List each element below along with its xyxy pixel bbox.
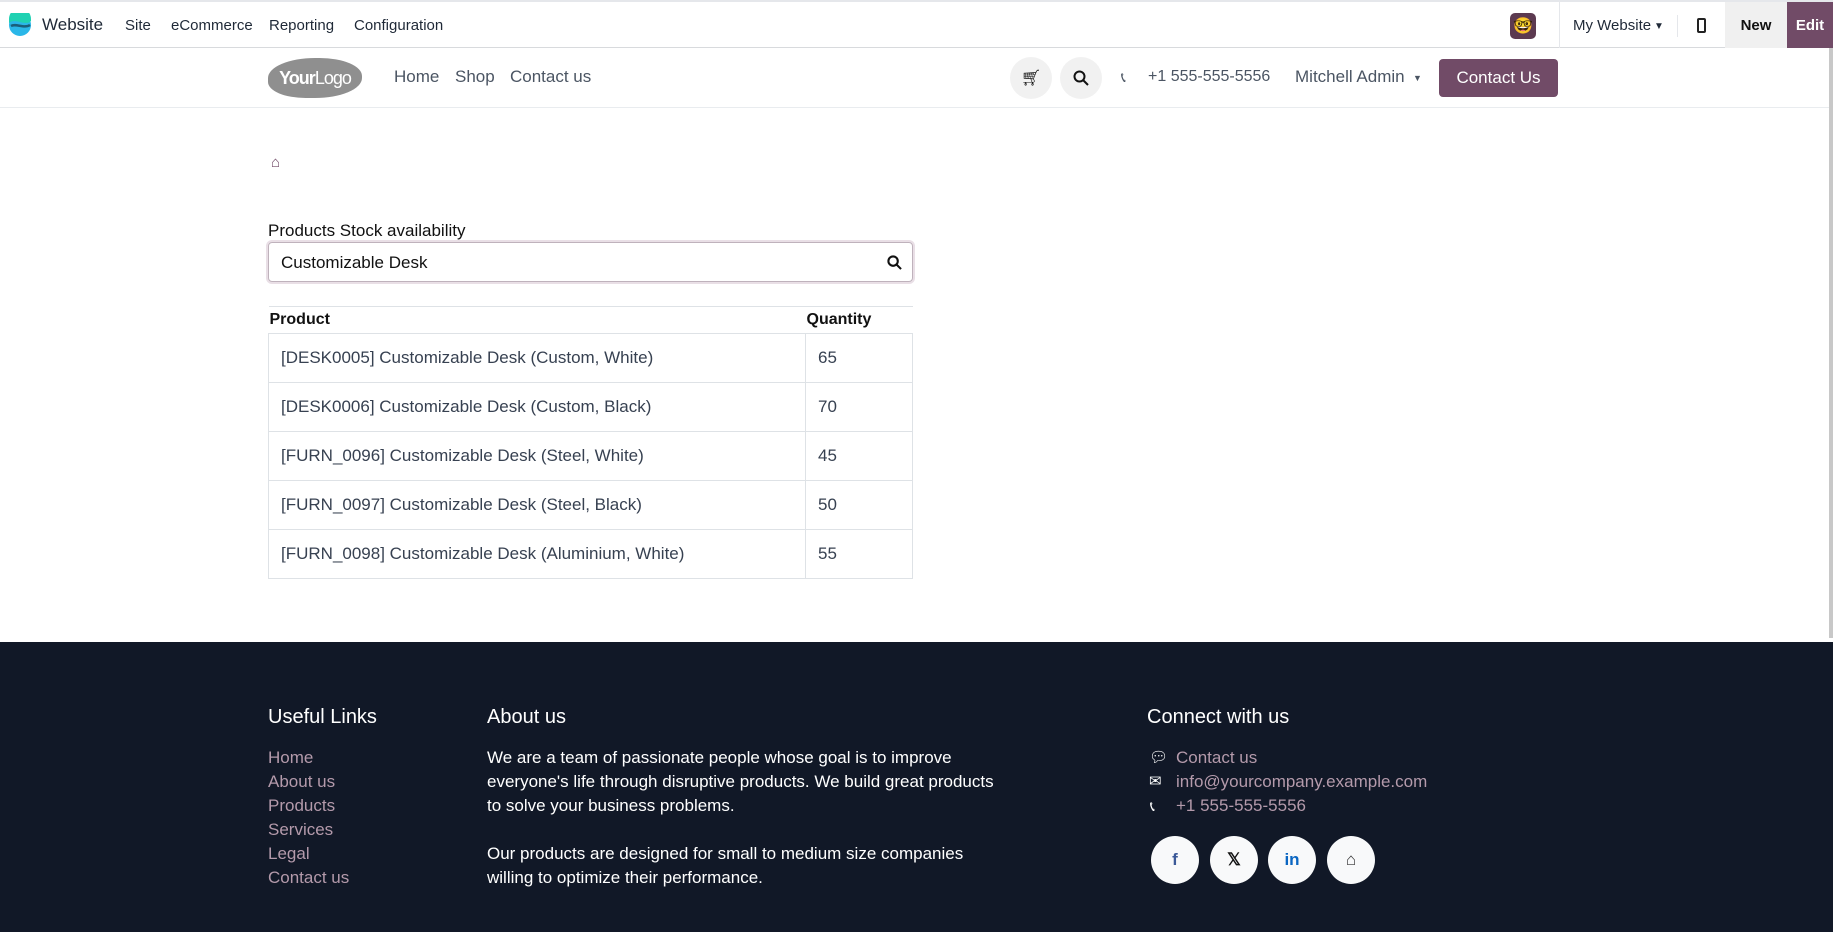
menu-reporting[interactable]: Reporting — [269, 17, 334, 34]
connect-title: Connect with us — [1147, 706, 1290, 728]
about-text: willing to optimize their performance. — [487, 868, 763, 887]
phone-icon: 📞︎ — [1150, 798, 1155, 814]
menu-site[interactable]: Site — [125, 17, 151, 34]
qty-cell: 50 — [805, 480, 913, 530]
table-row: [FURN_0098] Customizable Desk (Aluminium… — [268, 529, 913, 579]
about-text: We are a team of passionate people whose… — [487, 748, 952, 767]
breadcrumb-home-icon[interactable]: ⌂ — [271, 154, 280, 171]
linkedin-icon[interactable]: in — [1268, 836, 1316, 884]
divider — [1677, 15, 1678, 37]
about-text: to solve your business problems. — [487, 796, 735, 815]
stock-label: Products Stock availability — [268, 221, 466, 240]
menu-ecommerce[interactable]: eCommerce — [171, 17, 253, 34]
site-footer: Useful Links Home About us Products Serv… — [0, 642, 1833, 932]
useful-links-title: Useful Links — [268, 706, 377, 728]
about-text: Our products are designed for small to m… — [487, 844, 964, 863]
nav-contact[interactable]: Contact us — [510, 67, 591, 87]
scrollbar[interactable] — [1829, 48, 1833, 638]
product-cell: [FURN_0097] Customizable Desk (Steel, Bl… — [268, 480, 806, 530]
table-row: [FURN_0096] Customizable Desk (Steel, Wh… — [268, 431, 913, 481]
menu-configuration[interactable]: Configuration — [354, 17, 443, 34]
cart-icon[interactable]: 🛒︎ — [1010, 57, 1052, 99]
site-header: Your Logo Home Shop Contact us 🛒︎ 📞︎ +1 5… — [0, 48, 1833, 108]
qty-cell: 55 — [805, 529, 913, 579]
footer-link-home[interactable]: Home — [268, 746, 313, 770]
odoo-topbar: Website Site eCommerce Reporting Configu… — [0, 0, 1833, 48]
user-menu[interactable]: Mitchell Admin — [1295, 67, 1405, 87]
x-icon[interactable]: 𝕏 — [1210, 836, 1258, 884]
footer-phone-link[interactable]: +1 555-555-5556 — [1176, 794, 1306, 818]
edit-button[interactable]: Edit — [1787, 2, 1833, 48]
about-title: About us — [487, 706, 566, 728]
website-app-icon — [9, 13, 31, 36]
mobile-preview-icon[interactable] — [1697, 18, 1706, 33]
product-cell: [DESK0006] Customizable Desk (Custom, Bl… — [268, 382, 806, 432]
table-row: [DESK0006] Customizable Desk (Custom, Bl… — [268, 382, 913, 432]
qty-cell: 65 — [805, 333, 913, 383]
app-title[interactable]: Website — [42, 15, 103, 35]
website-selector[interactable]: My Website — [1573, 17, 1651, 34]
new-button[interactable]: New — [1725, 2, 1787, 48]
footer-link-about[interactable]: About us — [268, 770, 335, 794]
search-icon[interactable] — [1060, 57, 1102, 99]
facebook-icon[interactable]: f — [1151, 836, 1199, 884]
table-row: [FURN_0097] Customizable Desk (Steel, Bl… — [268, 480, 913, 530]
footer-link-products[interactable]: Products — [268, 794, 335, 818]
caret-down-icon: ▼ — [1413, 73, 1422, 83]
footer-link-legal[interactable]: Legal — [268, 842, 310, 866]
product-search-input[interactable]: Customizable Desk — [268, 242, 913, 282]
footer-email-link[interactable]: info@yourcompany.example.com — [1176, 770, 1427, 794]
site-logo[interactable]: Your Logo — [268, 58, 362, 98]
nav-home[interactable]: Home — [394, 67, 439, 87]
user-avatar[interactable]: 🤓 — [1510, 13, 1536, 39]
nav-shop[interactable]: Shop — [455, 67, 495, 87]
stock-table: Product Quantity [DESK0005] Customizable… — [268, 306, 913, 579]
search-icon[interactable] — [887, 255, 902, 270]
contact-us-button[interactable]: Contact Us — [1439, 59, 1558, 97]
col-quantity: Quantity — [806, 311, 872, 328]
header-phone[interactable]: +1 555-555-5556 — [1148, 68, 1270, 86]
footer-contact-link[interactable]: Contact us — [1176, 746, 1257, 770]
caret-down-icon: ▼ — [1654, 21, 1664, 32]
footer-link-contact[interactable]: Contact us — [268, 866, 349, 890]
phone-icon: 📞︎ — [1121, 69, 1126, 85]
home-icon[interactable]: ⌂ — [1327, 836, 1375, 884]
product-cell: [DESK0005] Customizable Desk (Custom, Wh… — [268, 333, 806, 383]
col-product: Product — [269, 311, 330, 328]
comment-icon: 💬︎ — [1149, 749, 1169, 766]
qty-cell: 70 — [805, 382, 913, 432]
table-row: [DESK0005] Customizable Desk (Custom, Wh… — [268, 333, 913, 383]
footer-link-services[interactable]: Services — [268, 818, 333, 842]
product-cell: [FURN_0096] Customizable Desk (Steel, Wh… — [268, 431, 806, 481]
qty-cell: 45 — [805, 431, 913, 481]
envelope-icon: ✉ — [1149, 773, 1162, 790]
product-cell: [FURN_0098] Customizable Desk (Aluminium… — [268, 529, 806, 579]
about-text: everyone's life through disruptive produ… — [487, 772, 994, 791]
divider — [1559, 2, 1560, 48]
search-value: Customizable Desk — [281, 253, 428, 272]
